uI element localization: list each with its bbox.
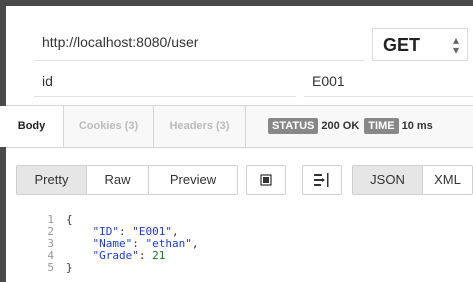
wrap-lines-icon: [314, 173, 329, 187]
response-panel: http://localhost:8080/user GET ▴ ▾ id E00…: [0, 0, 473, 282]
param-value-input[interactable]: E001: [312, 73, 345, 89]
pretty-button[interactable]: Pretty: [17, 166, 87, 194]
copy-button[interactable]: [246, 165, 286, 195]
json-button[interactable]: JSON: [353, 166, 423, 194]
response-body-code: 1{ 2 "ID": "E001", 3 "Name": "ethan", 4 …: [38, 214, 198, 274]
code-line: 5}: [38, 262, 198, 274]
view-mode-group: Pretty Raw Preview: [16, 165, 238, 195]
select-caret-icon: ▴ ▾: [452, 33, 459, 57]
json-key: "Grade": [92, 249, 139, 262]
raw-button[interactable]: Raw: [87, 166, 149, 194]
response-tabs-bar: Body Cookies (3) Headers (3) STATUS 200 O…: [0, 105, 473, 148]
copy-icon: [260, 174, 272, 186]
wrap-lines-button[interactable]: [302, 165, 342, 195]
time-value: 10 ms: [401, 120, 433, 132]
json-close-brace: }: [66, 261, 73, 274]
url-underline: [34, 60, 364, 61]
method-label: GET: [383, 35, 421, 55]
xml-button[interactable]: XML: [423, 166, 472, 194]
code-line: 4 "Grade": 21: [38, 250, 198, 262]
line-number: 5: [47, 261, 54, 274]
json-comma: ,: [191, 237, 199, 250]
json-value: 21: [152, 249, 166, 262]
format-group: JSON XML: [352, 165, 473, 195]
tab-headers[interactable]: Headers (3): [154, 106, 246, 147]
param-key-underline: [34, 96, 296, 97]
json-separator: :: [138, 249, 153, 262]
tab-cookies[interactable]: Cookies (3): [64, 106, 154, 147]
preview-button[interactable]: Preview: [149, 166, 237, 194]
method-select[interactable]: GET ▴ ▾: [372, 28, 468, 61]
param-value-underline: [304, 96, 473, 97]
param-key-input[interactable]: id: [42, 73, 53, 89]
time-badge: TIME: [364, 118, 399, 134]
tab-body[interactable]: Body: [0, 106, 64, 147]
status-badge: STATUS: [268, 118, 319, 134]
status-group: STATUS 200 OK TIME 10 ms: [268, 118, 438, 136]
url-input[interactable]: http://localhost:8080/user: [42, 34, 198, 50]
status-value: 200 OK: [321, 120, 360, 132]
